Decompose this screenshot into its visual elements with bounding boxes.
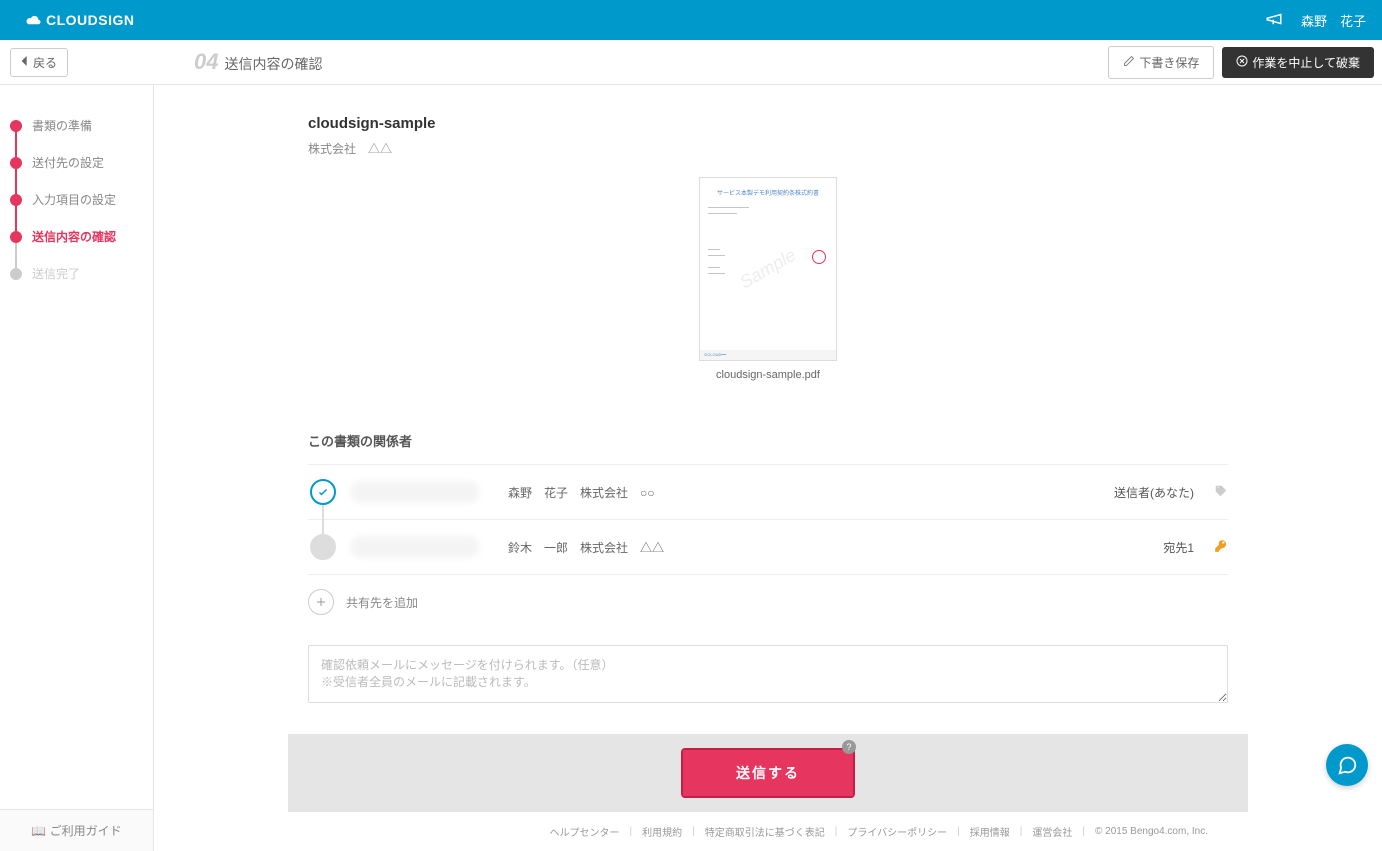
document-preview-wrap: サービス本製デモ利用契約条株式約書 ━━━━━━━━━━━━━━━━━━━━━━… bbox=[268, 177, 1268, 381]
page-title-area: 04 送信内容の確認 bbox=[194, 49, 322, 75]
message-box bbox=[308, 645, 1228, 706]
tag-icon[interactable] bbox=[1214, 484, 1228, 501]
footer-copyright: © 2015 Bengo4.com, Inc. bbox=[1095, 826, 1208, 837]
close-circle-icon bbox=[1236, 55, 1248, 70]
brand-text: CLOUDSIGN bbox=[46, 12, 135, 28]
parties-section-title: この書類の関係者 bbox=[308, 431, 1268, 450]
party-indicator-sender bbox=[310, 479, 336, 505]
party-name: 森野 花子 株式会社 ○○ bbox=[492, 484, 1102, 501]
document-title: cloudsign-sample bbox=[308, 115, 1268, 132]
app-header: CLOUDSIGN 森野 花子 bbox=[0, 0, 1382, 40]
discard-button[interactable]: 作業を中止して破棄 bbox=[1222, 47, 1374, 78]
user-name[interactable]: 森野 花子 bbox=[1301, 11, 1366, 30]
help-bubble-button[interactable] bbox=[1326, 744, 1368, 786]
help-badge-icon[interactable]: ? bbox=[842, 740, 856, 754]
footer-link-terms[interactable]: 利用規約 bbox=[642, 824, 682, 839]
plus-icon bbox=[315, 596, 327, 608]
preview-heading: サービス本製デモ利用契約条株式約書 bbox=[708, 188, 828, 197]
step-label: 送付先の設定 bbox=[32, 154, 104, 171]
party-email-blurred bbox=[350, 536, 480, 558]
chat-icon bbox=[1336, 754, 1358, 776]
back-button[interactable]: 戻る bbox=[10, 48, 68, 77]
step-label: 入力項目の設定 bbox=[32, 191, 116, 208]
party-email-blurred bbox=[350, 481, 480, 503]
send-bar: 送信する ? bbox=[288, 734, 1248, 812]
footer-link-careers[interactable]: 採用情報 bbox=[970, 824, 1010, 839]
party-indicator-recipient bbox=[310, 534, 336, 560]
main: cloudsign-sample 株式会社 △△ サービス本製デモ利用契約条株式… bbox=[268, 85, 1268, 851]
step-item-3[interactable]: 入力項目の設定 bbox=[10, 181, 153, 218]
book-icon: 📖 bbox=[31, 824, 46, 838]
header-right: 森野 花子 bbox=[1265, 10, 1366, 31]
footer-link-company[interactable]: 運営会社 bbox=[1032, 824, 1072, 839]
step-number: 04 bbox=[194, 49, 218, 75]
back-label: 戻る bbox=[33, 54, 57, 71]
party-row-sender: 森野 花子 株式会社 ○○ 送信者(あなた) bbox=[308, 465, 1228, 520]
step-item-4[interactable]: 送信内容の確認 bbox=[10, 218, 153, 255]
add-share-row: 共有先を追加 bbox=[308, 575, 1228, 629]
key-icon[interactable] bbox=[1214, 539, 1228, 556]
party-row-recipient: 鈴木 一郎 株式会社 △△ 宛先1 bbox=[308, 520, 1228, 575]
step-label: 送信内容の確認 bbox=[32, 228, 116, 245]
step-item-5: 送信完了 bbox=[10, 255, 153, 292]
guide-label: ご利用ガイド bbox=[50, 824, 122, 838]
step-dot bbox=[10, 268, 22, 280]
message-textarea[interactable] bbox=[308, 645, 1228, 703]
chevron-left-icon bbox=[21, 55, 29, 69]
discard-label: 作業を中止して破棄 bbox=[1252, 54, 1360, 71]
footer-link-help[interactable]: ヘルプセンター bbox=[550, 824, 620, 839]
save-draft-label: 下書き保存 bbox=[1139, 54, 1199, 71]
cloud-icon bbox=[24, 12, 42, 29]
step-dot bbox=[10, 194, 22, 206]
parties-list: 森野 花子 株式会社 ○○ 送信者(あなた) 鈴木 一郎 株式会社 △△ 宛先1 bbox=[308, 464, 1228, 575]
document-preview[interactable]: サービス本製デモ利用契約条株式約書 ━━━━━━━━━━━━━━━━━━━━━━… bbox=[699, 177, 837, 361]
step-label: 書類の準備 bbox=[32, 117, 92, 134]
check-icon bbox=[317, 486, 329, 498]
step-label: 送信完了 bbox=[32, 265, 80, 282]
edit-icon bbox=[1123, 55, 1135, 70]
preview-footer: ⊙CLOUD━━ bbox=[700, 350, 836, 360]
save-draft-button[interactable]: 下書き保存 bbox=[1108, 46, 1214, 79]
party-role: 宛先1 bbox=[1163, 539, 1194, 556]
document-filename: cloudsign-sample.pdf bbox=[716, 369, 820, 381]
footer-link-privacy[interactable]: プライバシーポリシー bbox=[847, 824, 947, 839]
subheader-right: 下書き保存 作業を中止して破棄 bbox=[1108, 46, 1374, 79]
step-dot bbox=[10, 120, 22, 132]
sidebar-footer[interactable]: 📖 ご利用ガイド bbox=[0, 809, 153, 851]
logo[interactable]: CLOUDSIGN bbox=[24, 12, 135, 29]
step-item-2[interactable]: 送付先の設定 bbox=[10, 144, 153, 181]
announce-icon[interactable] bbox=[1265, 10, 1283, 31]
subheader: 戻る 04 送信内容の確認 下書き保存 作業を中止して破棄 bbox=[0, 40, 1382, 85]
footer: ヘルプセンター| 利用規約| 特定商取引法に基づく表記| プライバシーポリシー|… bbox=[268, 812, 1268, 851]
send-button[interactable]: 送信する bbox=[683, 750, 853, 796]
sidebar: 書類の準備 送付先の設定 入力項目の設定 送信内容の確認 送信完了 📖 ご利用ガ… bbox=[0, 85, 154, 851]
document-company: 株式会社 △△ bbox=[308, 140, 1268, 157]
step-item-1[interactable]: 書類の準備 bbox=[10, 107, 153, 144]
party-name: 鈴木 一郎 株式会社 △△ bbox=[492, 539, 1151, 556]
subheader-left: 戻る 04 送信内容の確認 bbox=[0, 48, 323, 77]
step-list: 書類の準備 送付先の設定 入力項目の設定 送信内容の確認 送信完了 bbox=[10, 107, 153, 292]
step-dot bbox=[10, 231, 22, 243]
party-role: 送信者(あなた) bbox=[1114, 484, 1194, 501]
stamp-circle-icon bbox=[812, 250, 826, 264]
content-wrapper: 書類の準備 送付先の設定 入力項目の設定 送信内容の確認 送信完了 📖 ご利用ガ… bbox=[0, 85, 1382, 851]
add-share-button[interactable] bbox=[308, 589, 334, 615]
page-title: 送信内容の確認 bbox=[225, 54, 323, 74]
send-button-label: 送信する bbox=[736, 765, 800, 781]
logo-box: CLOUDSIGN bbox=[0, 0, 154, 40]
footer-link-commerce[interactable]: 特定商取引法に基づく表記 bbox=[705, 824, 825, 839]
add-share-label: 共有先を追加 bbox=[346, 594, 418, 611]
step-dot bbox=[10, 157, 22, 169]
